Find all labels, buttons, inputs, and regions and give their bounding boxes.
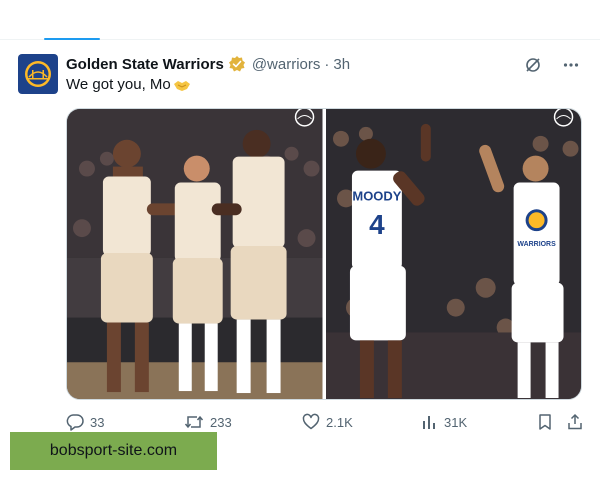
handshake-emoji-icon [173, 78, 191, 92]
jersey-number: 4 [369, 209, 385, 240]
tweet-actions-bar: 33 233 2.1K 31K [66, 410, 584, 434]
retweet-button[interactable]: 233 [184, 413, 232, 431]
tab-indicator [44, 38, 100, 40]
bookmark-button[interactable] [536, 413, 554, 431]
tweet-media-grid: MOODY 4 WARRIORS [66, 108, 582, 400]
grok-icon[interactable] [522, 54, 544, 76]
watermark-banner: bobsport-site.com [10, 432, 217, 470]
like-button[interactable]: 2.1K [302, 413, 353, 431]
tweet-card[interactable]: Golden State Warriors @warriors · 3h We … [4, 42, 596, 438]
bookmark-icon [539, 414, 551, 430]
media-photo-1[interactable] [67, 109, 323, 399]
photo-team-handshake-icon [67, 109, 323, 399]
tweet-header: Golden State Warriors @warriors · 3h [66, 54, 350, 74]
reply-count: 33 [90, 414, 105, 430]
views-button[interactable]: 31K [420, 413, 467, 431]
tweet-text: We got you, Mo [66, 76, 171, 93]
media-photo-2[interactable]: MOODY 4 WARRIORS [325, 109, 581, 399]
verified-badge-icon [228, 55, 246, 73]
analytics-icon [423, 416, 435, 429]
photo-high-five-icon: MOODY 4 WARRIORS [325, 109, 581, 399]
more-options-icon[interactable] [560, 54, 582, 76]
heart-icon [302, 413, 320, 430]
tweet-text-container: We got you, Mo [66, 76, 191, 93]
jersey-name: MOODY [352, 188, 401, 203]
watermark-text: bobsport-site.com [49, 442, 178, 459]
share-icon [568, 413, 582, 430]
reply-button[interactable]: 33 [66, 413, 104, 431]
reply-icon [66, 414, 84, 431]
views-count: 31K [444, 414, 468, 430]
tweet-header-actions [522, 54, 582, 76]
like-count: 2.1K [326, 414, 353, 430]
avatar[interactable] [18, 54, 58, 94]
author-name[interactable]: Golden State Warriors [66, 56, 224, 73]
share-button[interactable] [566, 413, 584, 431]
retweet-count: 233 [210, 414, 232, 430]
other-jersey-text: WARRIORS [517, 241, 556, 248]
warriors-logo-icon [25, 61, 51, 87]
separator-dot: · [324, 55, 330, 73]
tweet-timestamp[interactable]: 3h [333, 56, 350, 73]
author-handle[interactable]: @warriors [252, 56, 321, 73]
retweet-icon [184, 415, 204, 429]
